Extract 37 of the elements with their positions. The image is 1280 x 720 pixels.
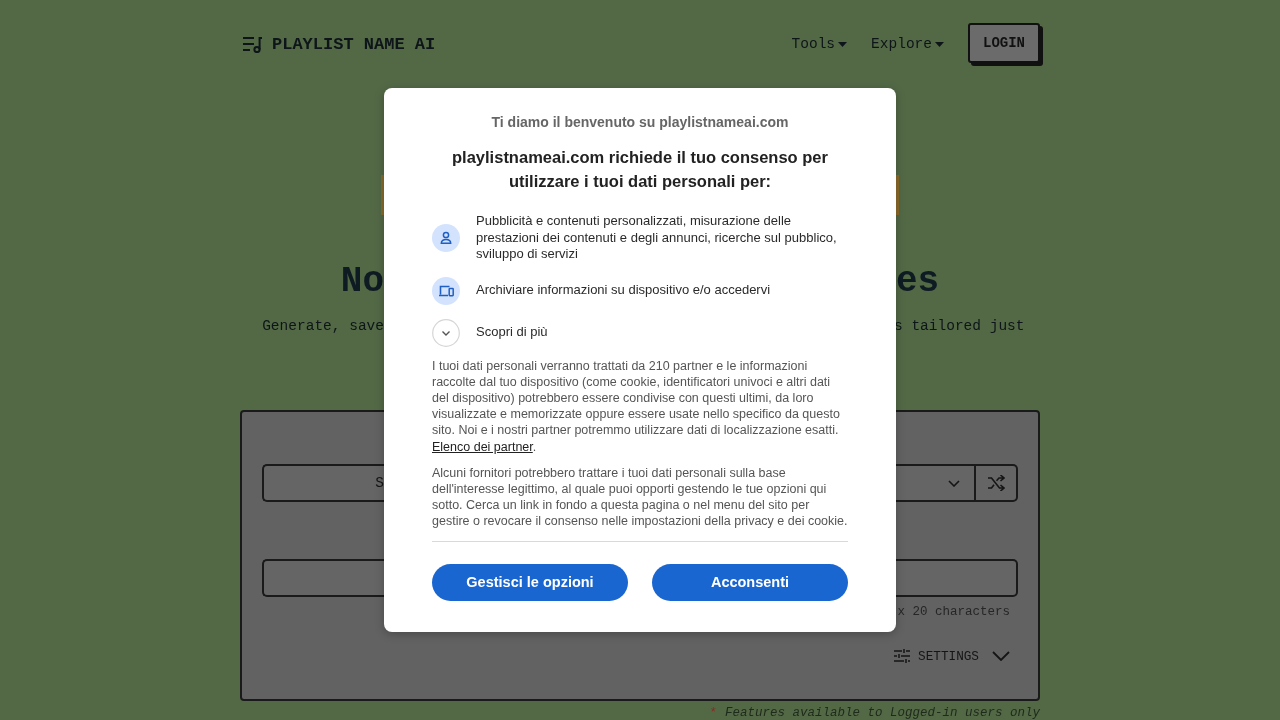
person-icon bbox=[432, 223, 460, 252]
consent-paragraph: Alcuni fornitori potrebbero trattare i tuoi dati personali sulla base dell'interesse legittimo, al quale puoi opporti gestendo le tue opzioni qui sotto. Cerca un link in fondo a questa pagina o nel menu del sito per gestire o revocare il consenso nelle impostazioni della privacy e dei cookie. bbox=[432, 464, 848, 530]
page-title: No bbox=[340, 262, 384, 302]
nav-dropdown[interactable]: Tools bbox=[791, 36, 848, 52]
shuffle-icon bbox=[987, 475, 1005, 491]
select-field[interactable]: S bbox=[262, 464, 384, 502]
required-mark: * bbox=[709, 706, 717, 720]
select-field[interactable] bbox=[896, 464, 976, 502]
devices-icon bbox=[432, 276, 460, 305]
settings-toggle[interactable]: SETTINGS bbox=[894, 648, 1010, 664]
playlist-icon bbox=[242, 35, 263, 53]
learn-more-button[interactable]: Scopri di più bbox=[432, 318, 848, 347]
partner-list-link[interactable]: Elenco dei partner bbox=[432, 439, 533, 454]
input-field[interactable] bbox=[896, 559, 1018, 597]
manage-options-button[interactable]: Gestisci le opzioni bbox=[432, 563, 628, 601]
site-logo[interactable]: PLAYLIST NAME AI bbox=[272, 34, 436, 54]
nav-dropdown[interactable]: Explore bbox=[871, 36, 944, 52]
banner-edge bbox=[381, 175, 384, 215]
login-button[interactable]: LOGIN bbox=[968, 23, 1040, 63]
length-hint: x 20 characters bbox=[897, 604, 1010, 620]
input-field[interactable] bbox=[262, 559, 384, 597]
consent-paragraph: I tuoi dati personali verranno trattati da 210 partner e le informazioni raccolte dal tuo dispositivo (come cookie, identificatori univoci e altri dati del dispositivo) potrebbero essere condivise con questi ultimi, da loro visualizzate e memorizzate oppure essere usate nello specifico da questo sito. Noi e i nostri partner potremmo utilizzare dati di localizzazione esatti. Elenco dei partner. bbox=[432, 357, 841, 455]
caret-icon bbox=[838, 41, 848, 47]
chevron-down-icon bbox=[948, 479, 960, 487]
caret-icon bbox=[935, 41, 944, 47]
page-subtitle: s tailored just bbox=[894, 317, 1025, 336]
purpose-text: Pubblicità e contenuti personalizzati, misurazione delle prestazioni dei contenuti e degli annunci, ricerche sul pubblico, sviluppo di servizi bbox=[476, 213, 838, 263]
footnote-text: Features available to Logged-in users only bbox=[724, 706, 1040, 720]
dialog-heading: playlistnameai.com richiede il tuo consenso per utilizzare i tuoi dati personali per: bbox=[451, 147, 829, 192]
page-title: es bbox=[896, 262, 940, 302]
shuffle-button[interactable] bbox=[976, 464, 1018, 502]
dialog-welcome: Ti diamo il benvenuto su playlistnameai.com bbox=[490, 113, 790, 131]
purpose-text: Archiviare informazioni su dispositivo e/o accedervi bbox=[476, 282, 771, 299]
page-subtitle: Generate, save bbox=[262, 317, 384, 336]
sliders-icon bbox=[894, 648, 911, 664]
accept-button[interactable]: Acconsenti bbox=[652, 563, 848, 601]
banner-edge bbox=[896, 175, 899, 215]
